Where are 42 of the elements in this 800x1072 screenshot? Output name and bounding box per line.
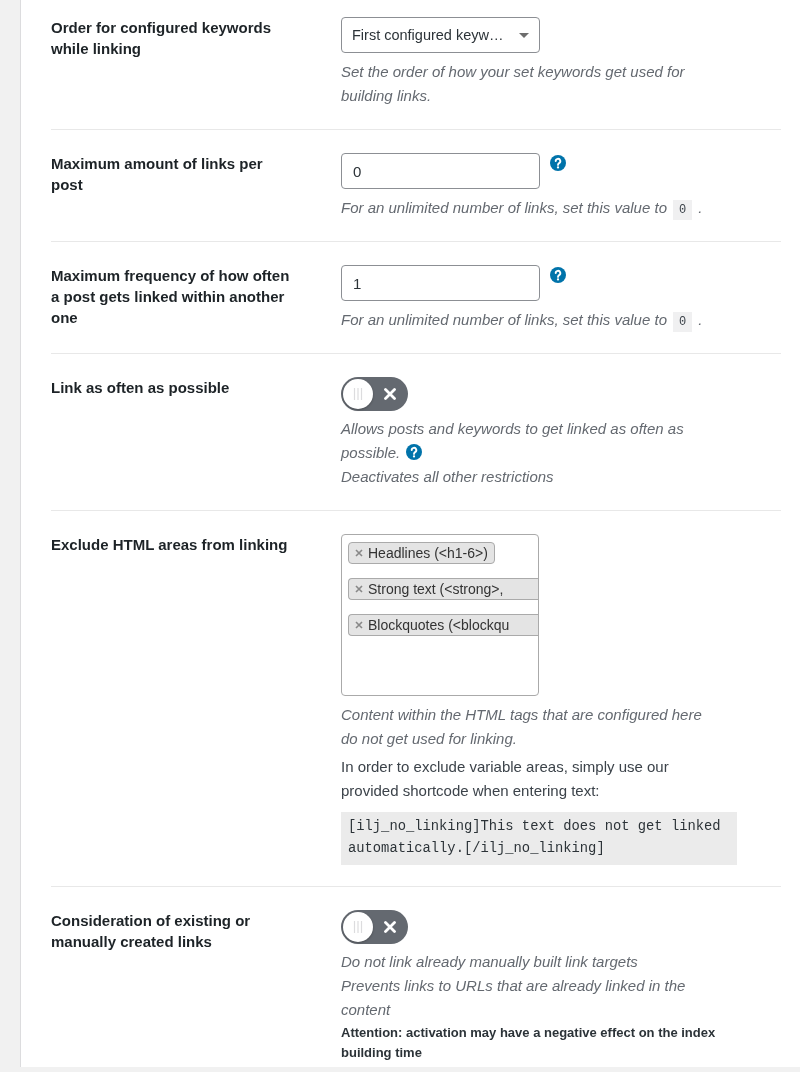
setting-label: Consideration of existing or manually created links [51,911,252,952]
setting-label: Maximum amount of links per post [51,154,264,195]
description-text: . [698,311,703,328]
toggle-switch[interactable] [341,910,408,944]
select-dropdown[interactable]: First configured keyw… [341,17,540,53]
setting-label: Link as often as possible [51,378,231,398]
selected-tag[interactable]: Blockquotes (<blockqu [348,614,538,636]
setting-label: Exclude HTML areas from linking [51,535,289,555]
help-icon[interactable] [550,267,566,283]
description-text: Allows posts and keywords to get linked as often as [341,420,684,437]
cross-icon [384,921,396,933]
remove-icon[interactable] [355,621,363,629]
setting-label: Maximum frequency of how often a post gets linked within another one [51,266,291,328]
multiselect-field[interactable]: Headlines (<h1-6>) Strong text (<strong>, Blockquotes (<blockqu [341,534,539,696]
toggle-switch[interactable] [341,377,408,411]
description-text: . [698,199,703,216]
description-text: For an unlimited number of links, set this value to [341,311,667,328]
caret-icon [519,32,529,38]
code-block: [ilj_no_linking]This text does not get linked automatically.[/ilj_no_linking] [341,812,737,865]
description-text: Content within the HTML tags that are configured here do not get used for linking. [341,706,702,747]
inline-code: 0 [673,312,693,332]
description-text: Prevents links to URLs that are already linked in the content [341,977,686,1018]
number-input[interactable]: 0 [341,153,540,189]
description-text: possible. [341,444,401,461]
toggle-knob[interactable] [343,912,373,942]
description-text: Set the order of how your set keywords get used for building links. [341,63,685,104]
toggle-knob[interactable] [343,379,373,409]
instruction-text: In order to exclude variable areas, simply use our provided shortcode when entering text: [341,757,670,801]
selected-tag[interactable]: Headlines (<h1-6>) [348,542,495,564]
warning-text: Attention: activation may have a negative effect on the index building time [341,1024,717,1062]
description-text: For an unlimited number of links, set this value to [341,199,667,216]
selected-tag[interactable]: Strong text (<strong>, [348,578,538,600]
description-text: Deactivates all other restrictions [341,468,554,485]
number-input[interactable]: 1 [341,265,540,301]
inline-code: 0 [673,200,693,220]
remove-icon[interactable] [355,585,363,593]
help-icon[interactable] [406,444,423,460]
description-text: Do not link already manually built link targets [341,953,638,970]
setting-label: Order for configured keywords while linking [51,18,273,59]
cross-icon [384,388,396,400]
help-icon[interactable] [550,155,566,171]
remove-icon[interactable] [355,549,363,557]
